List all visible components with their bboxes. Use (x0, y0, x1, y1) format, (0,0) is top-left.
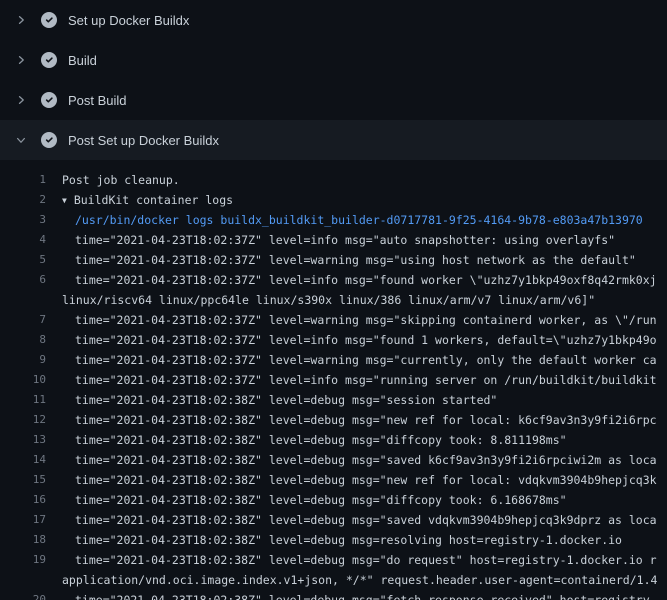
line-number[interactable]: 13 (0, 430, 46, 450)
line-number[interactable]: 11 (0, 390, 46, 410)
line-text: time="2021-04-23T18:02:38Z" level=debug … (62, 470, 667, 490)
line-text: application/vnd.oci.image.index.v1+json,… (62, 570, 667, 590)
line-number[interactable]: 17 (0, 510, 46, 530)
line-number[interactable]: 4 (0, 230, 46, 250)
log-line: 12 time="2021-04-23T18:02:38Z" level=deb… (0, 410, 667, 430)
line-text: time="2021-04-23T18:02:37Z" level=info m… (62, 270, 667, 290)
step-chevron-icon (13, 12, 29, 28)
line-number[interactable]: 8 (0, 330, 46, 350)
log-line: 14 time="2021-04-23T18:02:38Z" level=deb… (0, 450, 667, 470)
log-line: 19 time="2021-04-23T18:02:38Z" level=deb… (0, 550, 667, 570)
line-number[interactable]: 1 (0, 170, 46, 190)
log-line: 3 /usr/bin/docker logs buildx_buildkit_b… (0, 210, 667, 230)
check-circle-icon (41, 52, 57, 68)
step-label: Set up Docker Buildx (68, 13, 189, 28)
log-line: 9 time="2021-04-23T18:02:37Z" level=warn… (0, 350, 667, 370)
line-number[interactable]: 18 (0, 530, 46, 550)
step-row[interactable]: Build (0, 40, 667, 80)
line-text: time="2021-04-23T18:02:38Z" level=debug … (62, 530, 667, 550)
log-line: 18 time="2021-04-23T18:02:38Z" level=deb… (0, 530, 667, 550)
line-number[interactable] (0, 290, 46, 310)
line-number[interactable]: 20 (0, 590, 46, 600)
log-line: 1 Post job cleanup. (0, 170, 667, 190)
log-line: 17 time="2021-04-23T18:02:38Z" level=deb… (0, 510, 667, 530)
check-circle-icon (41, 132, 57, 148)
log-line: 13 time="2021-04-23T18:02:38Z" level=deb… (0, 430, 667, 450)
line-number[interactable] (0, 570, 46, 590)
line-text: time="2021-04-23T18:02:37Z" level=info m… (62, 330, 667, 350)
line-number[interactable]: 12 (0, 410, 46, 430)
line-text: Post job cleanup. (62, 170, 667, 190)
line-text: time="2021-04-23T18:02:38Z" level=debug … (62, 430, 667, 450)
line-number[interactable]: 3 (0, 210, 46, 230)
log-line: 15 time="2021-04-23T18:02:38Z" level=deb… (0, 470, 667, 490)
log-group-toggle[interactable]: 2 ▼ BuildKit container logs (0, 190, 667, 210)
log-line: 8 time="2021-04-23T18:02:37Z" level=info… (0, 330, 667, 350)
log-line: application/vnd.oci.image.index.v1+json,… (0, 570, 667, 590)
line-number[interactable]: 15 (0, 470, 46, 490)
line-text: time="2021-04-23T18:02:37Z" level=warnin… (62, 350, 667, 370)
check-circle-icon (41, 12, 57, 28)
check-circle-icon (41, 92, 57, 108)
step-label: Post Set up Docker Buildx (68, 133, 219, 148)
log-line: 7 time="2021-04-23T18:02:37Z" level=warn… (0, 310, 667, 330)
line-text: time="2021-04-23T18:02:38Z" level=debug … (62, 510, 667, 530)
group-label: BuildKit container logs (74, 193, 233, 207)
line-text: time="2021-04-23T18:02:37Z" level=warnin… (62, 250, 667, 270)
log-line: linux/riscv64 linux/ppc64le linux/s390x … (0, 290, 667, 310)
step-row[interactable]: Post Build (0, 80, 667, 120)
line-number[interactable]: 9 (0, 350, 46, 370)
steps-list: Set up Docker Buildx Build P (0, 0, 667, 160)
log-line: 16 time="2021-04-23T18:02:38Z" level=deb… (0, 490, 667, 510)
step-chevron-icon (13, 52, 29, 68)
step-label: Build (68, 53, 97, 68)
log-line: 4 time="2021-04-23T18:02:37Z" level=info… (0, 230, 667, 250)
line-text: time="2021-04-23T18:02:37Z" level=warnin… (62, 310, 667, 330)
line-text: time="2021-04-23T18:02:38Z" level=debug … (62, 410, 667, 430)
log-line: 6 time="2021-04-23T18:02:37Z" level=info… (0, 270, 667, 290)
line-text: /usr/bin/docker logs buildx_buildkit_bui… (62, 210, 667, 230)
line-number[interactable]: 5 (0, 250, 46, 270)
line-number[interactable]: 7 (0, 310, 46, 330)
log-line: 5 time="2021-04-23T18:02:37Z" level=warn… (0, 250, 667, 270)
line-text: time="2021-04-23T18:02:37Z" level=info m… (62, 230, 667, 250)
step-row[interactable]: Set up Docker Buildx (0, 0, 667, 40)
step-chevron-icon (13, 92, 29, 108)
line-number[interactable]: 14 (0, 450, 46, 470)
line-text: time="2021-04-23T18:02:38Z" level=debug … (62, 550, 667, 570)
line-text: time="2021-04-23T18:02:38Z" level=debug … (62, 450, 667, 470)
step-chevron-icon (13, 132, 29, 148)
line-number[interactable]: 2 (0, 190, 46, 210)
log-line: 11 time="2021-04-23T18:02:38Z" level=deb… (0, 390, 667, 410)
actions-log-viewer: Set up Docker Buildx Build P (0, 0, 667, 600)
line-text: time="2021-04-23T18:02:38Z" level=debug … (62, 490, 667, 510)
log-area: 1 Post job cleanup. 2 ▼ BuildKit containe… (0, 160, 667, 600)
line-number[interactable]: 10 (0, 370, 46, 390)
line-number[interactable]: 6 (0, 270, 46, 290)
line-text: linux/riscv64 linux/ppc64le linux/s390x … (62, 290, 667, 310)
log-line: 20 time="2021-04-23T18:02:38Z" level=deb… (0, 590, 667, 600)
step-label: Post Build (68, 93, 127, 108)
group-toggle-icon: ▼ (62, 191, 67, 210)
line-text: ▼ BuildKit container logs (62, 190, 667, 210)
step-row[interactable]: Post Set up Docker Buildx (0, 120, 667, 160)
line-text: time="2021-04-23T18:02:37Z" level=info m… (62, 370, 667, 390)
line-number[interactable]: 16 (0, 490, 46, 510)
line-text: time="2021-04-23T18:02:38Z" level=debug … (62, 390, 667, 410)
line-text: time="2021-04-23T18:02:38Z" level=debug … (62, 590, 667, 600)
log-line: 10 time="2021-04-23T18:02:37Z" level=inf… (0, 370, 667, 390)
line-number[interactable]: 19 (0, 550, 46, 570)
